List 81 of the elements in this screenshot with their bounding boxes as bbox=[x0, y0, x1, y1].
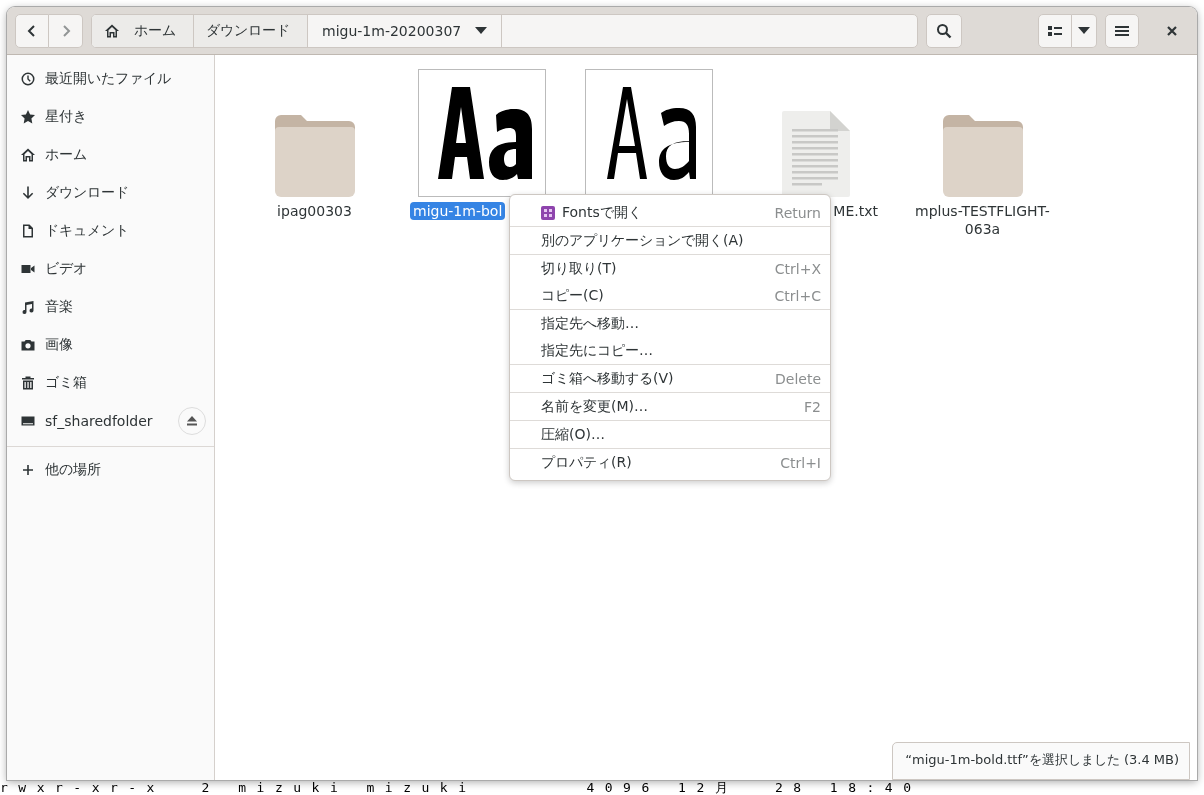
pictures-icon bbox=[20, 337, 36, 353]
menu-button[interactable] bbox=[1105, 13, 1139, 48]
sidebar-label: 星付き bbox=[45, 108, 88, 126]
file-name: ME.txt bbox=[832, 202, 879, 220]
file-name: migu-1m-bol bbox=[410, 202, 506, 220]
sidebar-label: 他の場所 bbox=[45, 461, 102, 479]
status-overlay: “migu-1m-bold.ttf”を選択しました (3.4 MB) bbox=[892, 742, 1190, 780]
menu-label: 別のアプリケーションで開く(A) bbox=[541, 231, 745, 250]
menu-item[interactable]: プロパティ(R) Ctrl+I bbox=[510, 449, 830, 476]
sidebar-label: 音楽 bbox=[45, 298, 74, 316]
sidebar-item[interactable]: 音楽 bbox=[7, 288, 214, 326]
menu-label: 名前を変更(M)… bbox=[541, 397, 649, 416]
menu-label: 指定先にコピー… bbox=[541, 341, 654, 360]
file-name: mplus-TESTFLIGHT-063a bbox=[914, 202, 1051, 238]
sidebar-item[interactable]: sf_sharedfolder bbox=[7, 402, 214, 440]
eject-icon bbox=[186, 416, 198, 426]
sidebar-label: ドキュメント bbox=[45, 222, 130, 240]
caret-icon bbox=[475, 26, 488, 35]
menu-label: Fontsで開く bbox=[562, 203, 643, 222]
shortcut-label: Ctrl+X bbox=[774, 260, 821, 277]
menu-label: コピー(C) bbox=[541, 286, 605, 305]
sidebar-item[interactable]: ビデオ bbox=[7, 250, 214, 288]
sidebar-item[interactable]: 最近開いたファイル bbox=[7, 60, 214, 98]
menu-item[interactable]: 指定先へ移動… bbox=[510, 310, 830, 337]
menu-item[interactable]: コピー(C) Ctrl+C bbox=[510, 282, 830, 309]
menu-item[interactable]: 圧縮(O)… bbox=[510, 421, 830, 448]
downloads-icon bbox=[20, 185, 36, 201]
menu-item[interactable]: 切り取り(T) Ctrl+X bbox=[510, 255, 830, 282]
sidebar-label: ビデオ bbox=[45, 260, 88, 278]
menu-label: 切り取り(T) bbox=[541, 259, 618, 278]
sidebar-label: sf_sharedfolder bbox=[45, 413, 154, 429]
menu-item[interactable]: ゴミ箱へ移動する(V) Delete bbox=[510, 365, 830, 392]
view-toggle-button[interactable] bbox=[1038, 13, 1072, 48]
sidebar-label: ゴミ箱 bbox=[45, 374, 88, 392]
menu-label: ゴミ箱へ移動する(V) bbox=[541, 369, 675, 388]
menu-item[interactable]: 名前を変更(M)… F2 bbox=[510, 393, 830, 420]
eject-button[interactable] bbox=[178, 407, 206, 435]
sidebar-label: ホーム bbox=[45, 146, 88, 164]
font-preview-icon[interactable] bbox=[584, 69, 713, 197]
trash-icon bbox=[20, 375, 36, 391]
sidebar-item[interactable]: 星付き bbox=[7, 98, 214, 136]
music-icon bbox=[20, 299, 36, 315]
shortcut-label: F2 bbox=[804, 398, 821, 415]
starred-icon bbox=[20, 109, 36, 125]
sidebar-label: 画像 bbox=[45, 336, 74, 354]
sidebar-item[interactable]: ホーム bbox=[7, 136, 214, 174]
close-icon bbox=[1166, 24, 1178, 37]
sidebar-item[interactable]: ダウンロード bbox=[7, 174, 214, 212]
search-icon bbox=[936, 22, 952, 39]
path-segment[interactable]: ホーム bbox=[92, 14, 194, 47]
recent-icon bbox=[20, 71, 36, 87]
list-view-icon bbox=[1048, 24, 1062, 37]
view-options-button[interactable] bbox=[1072, 13, 1097, 48]
shortcut-label: Ctrl+C bbox=[774, 287, 821, 304]
menu-item[interactable]: Fontsで開く Return bbox=[510, 199, 830, 226]
sidebar-item[interactable]: ゴミ箱 bbox=[7, 364, 214, 402]
terminal-line: rwxr-xr-x 2 mizuki mizuki 4096 12月 28 18:40 bbox=[0, 781, 922, 795]
menu-label: プロパティ(R) bbox=[541, 453, 633, 472]
search-button[interactable] bbox=[926, 13, 962, 48]
documents-icon bbox=[20, 223, 36, 239]
plus-icon bbox=[20, 462, 36, 478]
back-button[interactable] bbox=[15, 13, 49, 48]
shortcut-label: Ctrl+I bbox=[780, 454, 821, 471]
menu-item[interactable]: 別のアプリケーションで開く(A) bbox=[510, 227, 830, 254]
menu-label: 圧縮(O)… bbox=[541, 425, 606, 444]
menu-icon bbox=[1115, 24, 1129, 37]
caret-icon bbox=[1078, 26, 1090, 35]
sidebar-item[interactable]: 画像 bbox=[7, 326, 214, 364]
home-icon bbox=[20, 147, 36, 163]
sidebar-label: 最近開いたファイル bbox=[45, 70, 172, 88]
sidebar-item[interactable]: ドキュメント bbox=[7, 212, 214, 250]
shortcut-label: Delete bbox=[775, 370, 821, 387]
shortcut-label: Return bbox=[774, 204, 821, 221]
home-icon bbox=[104, 22, 120, 39]
file-name: ipag00303 bbox=[276, 202, 353, 220]
sidebar-label: ダウンロード bbox=[45, 184, 130, 202]
menu-label: 指定先へ移動… bbox=[541, 314, 640, 333]
font-preview-icon[interactable] bbox=[417, 69, 546, 197]
menu-item[interactable]: 指定先にコピー… bbox=[510, 337, 830, 364]
path-segment[interactable]: ダウンロード bbox=[194, 14, 308, 47]
sidebar-item[interactable]: 他の場所 bbox=[7, 451, 214, 489]
